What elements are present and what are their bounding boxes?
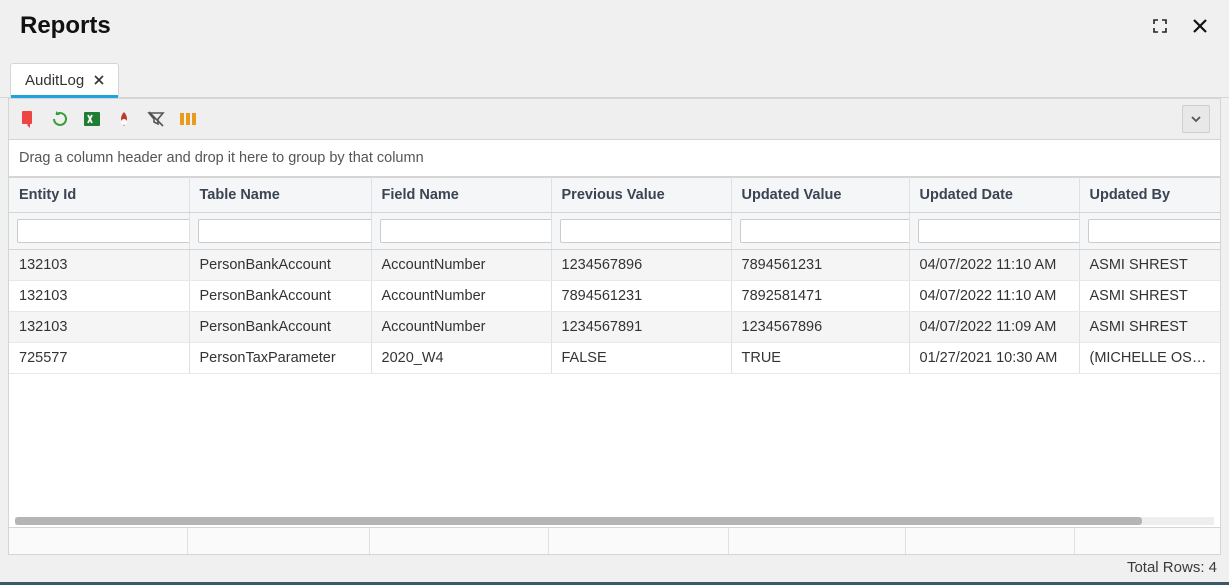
cell-updated_by: ASMI SHREST <box>1079 312 1220 343</box>
cell-field_name: AccountNumber <box>371 250 551 281</box>
refresh-icon <box>51 110 69 128</box>
table-row[interactable]: 132103PersonBankAccountAccountNumber7894… <box>9 281 1220 312</box>
cell-table_name: PersonTaxParameter <box>189 343 371 374</box>
cell-entity_id: 132103 <box>9 250 189 281</box>
status-bar: Total Rows: 4 <box>0 555 1229 582</box>
cell-updated_value: 7894561231 <box>731 250 909 281</box>
export-pdf-button[interactable] <box>115 110 133 128</box>
table-row[interactable]: 725577PersonTaxParameter2020_W4FALSETRUE… <box>9 343 1220 374</box>
reports-window: Reports AuditLog <box>0 0 1229 585</box>
page-title: Reports <box>20 12 111 40</box>
cell-previous_value: 1234567891 <box>551 312 731 343</box>
column-chooser-button[interactable] <box>179 110 197 128</box>
cell-previous_value: 7894561231 <box>551 281 731 312</box>
close-icon <box>1192 18 1208 34</box>
filter-input-entity-id[interactable] <box>17 219 189 243</box>
fullscreen-icon <box>1152 18 1168 34</box>
tab-close-button[interactable] <box>94 73 104 88</box>
horizontal-scrollbar[interactable] <box>9 515 1220 527</box>
cell-field_name: AccountNumber <box>371 281 551 312</box>
fullscreen-button[interactable] <box>1149 15 1171 37</box>
window-header-actions <box>1149 15 1211 37</box>
export-excel-button[interactable] <box>83 110 101 128</box>
table-row[interactable]: 132103PersonBankAccountAccountNumber1234… <box>9 312 1220 343</box>
toolbar-expand-button[interactable] <box>1182 105 1210 133</box>
group-by-drop-zone[interactable]: Drag a column header and drop it here to… <box>9 140 1220 177</box>
cell-table_name: PersonBankAccount <box>189 312 371 343</box>
cell-table_name: PersonBankAccount <box>189 250 371 281</box>
cell-previous_value: FALSE <box>551 343 731 374</box>
cell-updated_value: 7892581471 <box>731 281 909 312</box>
grid-scroll-area[interactable]: Entity Id Table Name Field Name Previous… <box>9 177 1220 515</box>
col-header-entity-id[interactable]: Entity Id <box>9 178 189 213</box>
tab-auditlog[interactable]: AuditLog <box>10 63 119 98</box>
tab-bar: AuditLog <box>0 62 1229 98</box>
window-header: Reports <box>0 0 1229 52</box>
columns-icon <box>179 110 197 128</box>
total-rows-label: Total Rows: <box>1127 559 1205 576</box>
grid-header-row: Entity Id Table Name Field Name Previous… <box>9 178 1220 213</box>
col-header-updated-date[interactable]: Updated Date <box>909 178 1079 213</box>
pdf-icon <box>115 110 133 128</box>
table-row[interactable]: 132103PersonBankAccountAccountNumber1234… <box>9 250 1220 281</box>
cell-table_name: PersonBankAccount <box>189 281 371 312</box>
audit-log-grid: Entity Id Table Name Field Name Previous… <box>9 177 1220 374</box>
col-header-previous-value[interactable]: Previous Value <box>551 178 731 213</box>
cell-updated_value: TRUE <box>731 343 909 374</box>
cell-updated_by: (MICHELLE OSLEN) <box>1079 343 1220 374</box>
grid-filter-row <box>9 213 1220 250</box>
report-toolbar <box>9 99 1220 140</box>
col-header-updated-by[interactable]: Updated By <box>1079 178 1220 213</box>
filter-input-table-name[interactable] <box>198 219 372 243</box>
filter-off-icon <box>147 110 165 128</box>
cell-updated_date: 01/27/2021 10:30 AM <box>909 343 1079 374</box>
filter-input-previous-value[interactable] <box>560 219 732 243</box>
cell-field_name: AccountNumber <box>371 312 551 343</box>
col-header-table-name[interactable]: Table Name <box>189 178 371 213</box>
cell-field_name: 2020_W4 <box>371 343 551 374</box>
export-report-button[interactable] <box>19 110 37 128</box>
refresh-button[interactable] <box>51 110 69 128</box>
filter-input-updated-date[interactable] <box>918 219 1080 243</box>
excel-icon <box>83 110 101 128</box>
report-panel: Drag a column header and drop it here to… <box>8 98 1221 555</box>
filter-input-updated-value[interactable] <box>740 219 910 243</box>
close-window-button[interactable] <box>1189 15 1211 37</box>
filter-input-updated-by[interactable] <box>1088 219 1221 243</box>
total-rows-value: 4 <box>1209 559 1217 576</box>
grid-footer-row <box>9 527 1220 554</box>
scrollbar-track <box>15 517 1214 525</box>
cell-updated_value: 1234567896 <box>731 312 909 343</box>
cell-updated_by: ASMI SHREST <box>1079 250 1220 281</box>
cell-updated_by: ASMI SHREST <box>1079 281 1220 312</box>
scrollbar-thumb[interactable] <box>15 517 1142 525</box>
cell-updated_date: 04/07/2022 11:09 AM <box>909 312 1079 343</box>
col-header-field-name[interactable]: Field Name <box>371 178 551 213</box>
document-export-icon <box>19 110 37 128</box>
cell-entity_id: 132103 <box>9 281 189 312</box>
filter-input-field-name[interactable] <box>380 219 552 243</box>
cell-updated_date: 04/07/2022 11:10 AM <box>909 250 1079 281</box>
cell-updated_date: 04/07/2022 11:10 AM <box>909 281 1079 312</box>
cell-entity_id: 132103 <box>9 312 189 343</box>
tab-label: AuditLog <box>25 72 84 89</box>
chevron-down-icon <box>1190 113 1202 125</box>
cell-entity_id: 725577 <box>9 343 189 374</box>
cell-previous_value: 1234567896 <box>551 250 731 281</box>
close-icon <box>94 75 104 85</box>
col-header-updated-value[interactable]: Updated Value <box>731 178 909 213</box>
clear-filter-button[interactable] <box>147 110 165 128</box>
